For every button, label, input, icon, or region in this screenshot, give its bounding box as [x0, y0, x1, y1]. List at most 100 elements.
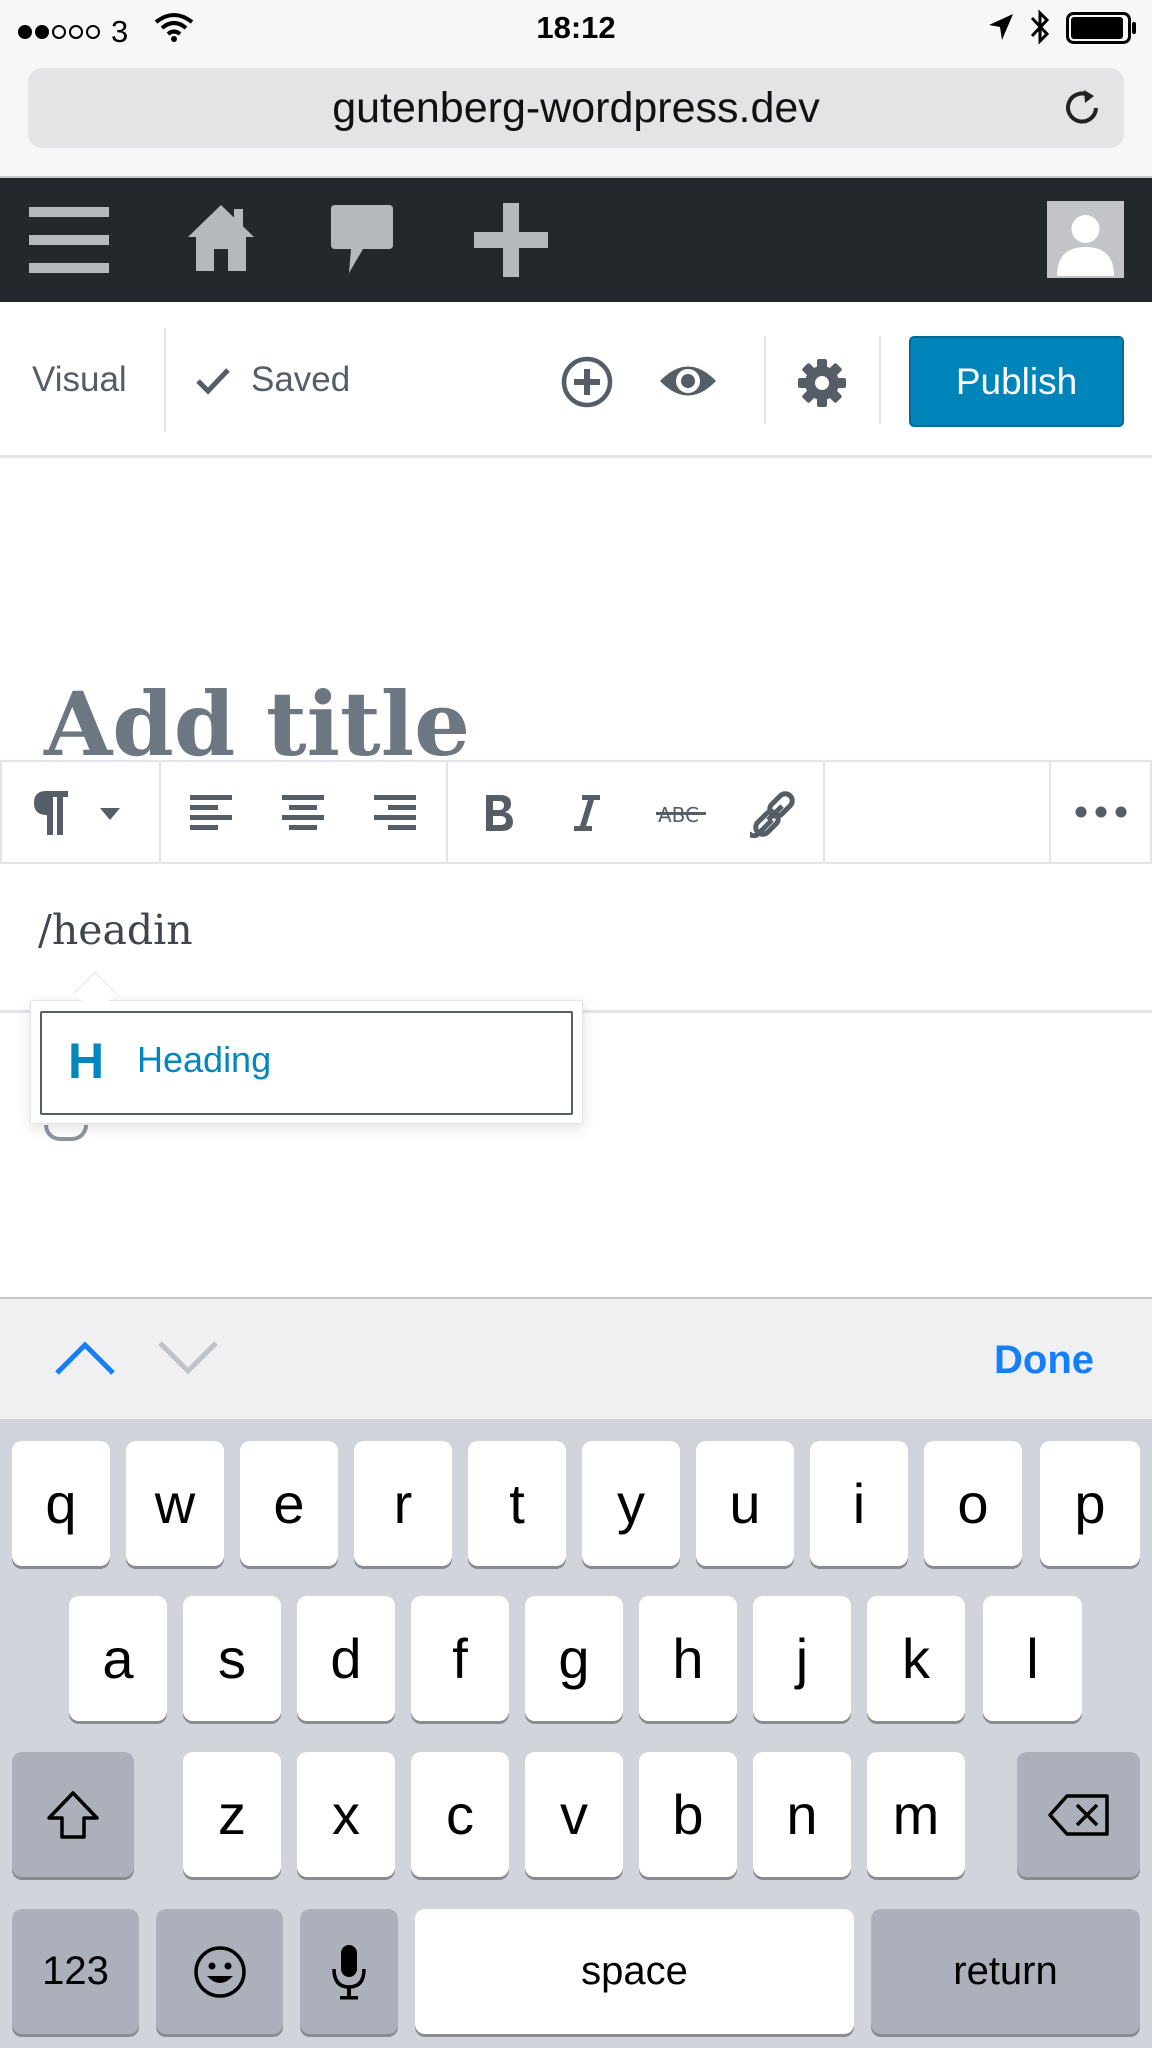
key-label: y	[617, 1472, 645, 1535]
key-label: v	[560, 1783, 588, 1846]
key-label: i	[852, 1472, 866, 1535]
key-p[interactable]: p	[1040, 1441, 1140, 1566]
autocomplete-option-heading[interactable]	[40, 1011, 573, 1115]
key-u[interactable]: u	[696, 1441, 794, 1566]
settings-gear-icon[interactable]	[797, 358, 847, 408]
key-label: d	[330, 1627, 362, 1690]
admin-bar	[0, 178, 1152, 302]
italic-icon[interactable]	[572, 793, 602, 833]
publish-button[interactable]: Publish	[909, 336, 1124, 427]
key-label: n	[786, 1783, 818, 1846]
key-v[interactable]: v	[525, 1752, 623, 1877]
clock: 18:12	[536, 10, 616, 45]
key-i[interactable]: i	[810, 1441, 908, 1566]
add-block-icon[interactable]	[560, 355, 614, 409]
bold-icon[interactable]	[484, 793, 514, 833]
key-label: return	[953, 1949, 1058, 1993]
insert-block-icon	[44, 1125, 88, 1141]
key-h[interactable]: h	[639, 1596, 737, 1721]
align-center-icon[interactable]	[282, 795, 324, 831]
key-b[interactable]: b	[639, 1752, 737, 1877]
divider	[446, 762, 448, 862]
shift-key[interactable]	[12, 1752, 134, 1877]
key-label: h	[672, 1627, 704, 1690]
key-label: r	[393, 1472, 413, 1535]
strikethrough-icon[interactable]: ABC	[656, 798, 706, 828]
key-w[interactable]: w	[126, 1441, 224, 1566]
paragraph-block[interactable]: /headin	[38, 906, 193, 954]
autocomplete-option-label: Heading	[137, 1039, 272, 1080]
divider	[879, 336, 881, 424]
key-g[interactable]: g	[525, 1596, 623, 1721]
divider	[1049, 762, 1051, 862]
key-label: l	[1026, 1627, 1039, 1690]
key-t[interactable]: t	[468, 1441, 566, 1566]
key-label: s	[218, 1627, 246, 1690]
key-n[interactable]: n	[753, 1752, 851, 1877]
chevron-down-icon[interactable]	[157, 1340, 219, 1376]
divider	[159, 762, 161, 862]
emoji-key[interactable]	[156, 1909, 283, 2034]
paragraph-icon[interactable]	[32, 789, 70, 837]
key-label: u	[729, 1472, 761, 1535]
key-r[interactable]: r	[354, 1441, 452, 1566]
align-right-icon[interactable]	[374, 795, 416, 831]
key-label: p	[1074, 1472, 1106, 1535]
key-label: space	[581, 1949, 688, 1993]
key-d[interactable]: d	[297, 1596, 395, 1721]
key-label: g	[558, 1627, 590, 1690]
reload-icon[interactable]	[1060, 86, 1104, 130]
emoji-icon	[193, 1945, 246, 1998]
address-bar-url[interactable]: gutenberg-wordpress.dev	[0, 84, 1152, 133]
key-label: q	[45, 1472, 77, 1535]
key-x[interactable]: x	[297, 1752, 395, 1877]
heading-block-icon: H	[68, 1033, 105, 1089]
key-l[interactable]: l	[983, 1596, 1082, 1721]
key-q[interactable]: q	[12, 1441, 110, 1566]
key-label: t	[509, 1472, 525, 1535]
align-left-icon[interactable]	[190, 795, 232, 831]
key-a[interactable]: a	[69, 1596, 167, 1721]
key-label: 123	[42, 1949, 109, 1993]
battery-icon	[1066, 12, 1136, 44]
divider	[823, 762, 825, 862]
key-label: w	[154, 1472, 196, 1535]
checkmark-icon	[196, 368, 230, 395]
backspace-key[interactable]	[1017, 1752, 1140, 1877]
space-key[interactable]: space	[415, 1909, 854, 2034]
key-c[interactable]: c	[411, 1752, 509, 1877]
key-s[interactable]: s	[183, 1596, 281, 1721]
key-m[interactable]: m	[867, 1752, 965, 1877]
key-label: c	[446, 1783, 474, 1846]
add-new-icon[interactable]	[474, 203, 548, 277]
key-e[interactable]: e	[240, 1441, 338, 1566]
key-j[interactable]: j	[753, 1596, 851, 1721]
key-k[interactable]: k	[867, 1596, 965, 1721]
key-y[interactable]: y	[582, 1441, 680, 1566]
key-label: b	[672, 1783, 704, 1846]
menu-icon[interactable]	[29, 205, 109, 275]
chevron-down-icon[interactable]	[98, 806, 122, 822]
key-f[interactable]: f	[411, 1596, 509, 1721]
done-button[interactable]: Done	[994, 1338, 1094, 1383]
return-key[interactable]: return	[871, 1909, 1140, 2034]
location-arrow-icon	[989, 14, 1013, 40]
key-o[interactable]: o	[924, 1441, 1022, 1566]
key-label: z	[218, 1783, 246, 1846]
key-label: x	[332, 1783, 360, 1846]
link-icon[interactable]	[750, 790, 800, 838]
key-label: o	[957, 1472, 989, 1535]
key-label: a	[102, 1627, 134, 1690]
key-label: m	[892, 1783, 940, 1846]
more-options-icon[interactable]	[1075, 806, 1127, 818]
key-z[interactable]: z	[183, 1752, 281, 1877]
microphone-icon	[332, 1944, 366, 1999]
numbers-key[interactable]: 123	[12, 1909, 139, 2034]
chevron-up-icon[interactable]	[54, 1340, 116, 1376]
avatar[interactable]	[1047, 201, 1124, 278]
comments-icon[interactable]	[329, 203, 395, 275]
preview-eye-icon[interactable]	[658, 360, 718, 402]
dictation-key[interactable]	[300, 1909, 398, 2034]
editor-mode-toggle[interactable]: Visual	[32, 360, 127, 400]
home-icon[interactable]	[186, 203, 256, 273]
